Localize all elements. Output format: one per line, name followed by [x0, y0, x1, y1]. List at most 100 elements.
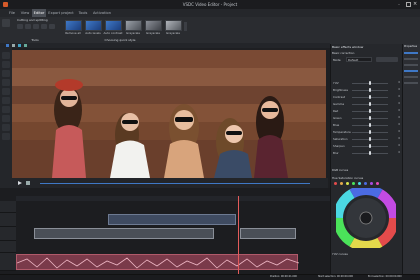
properties-row[interactable]	[404, 52, 418, 54]
playhead[interactable]	[238, 196, 239, 280]
slider-value[interactable]: 0	[390, 95, 400, 99]
slider-knob[interactable]	[369, 81, 371, 85]
video-clip[interactable]	[34, 228, 214, 239]
slider-knob[interactable]	[369, 137, 371, 141]
tab-view[interactable]: View	[19, 9, 31, 17]
slider-knob[interactable]	[369, 102, 371, 106]
swatch-magenta[interactable]	[376, 182, 379, 185]
fx-tool-icon[interactable]	[2, 133, 10, 140]
slider-value[interactable]: 0	[390, 102, 400, 106]
slider-value[interactable]: 0	[390, 137, 400, 141]
sprite-tool-icon[interactable]	[2, 106, 10, 113]
slider-knob[interactable]	[369, 130, 371, 134]
properties-row[interactable]	[404, 76, 418, 78]
swatch-red[interactable]	[334, 182, 337, 185]
maximize-icon[interactable]	[406, 2, 411, 7]
swatch-orange[interactable]	[340, 182, 343, 185]
yuv-slider[interactable]	[352, 81, 388, 85]
properties-row[interactable]	[404, 58, 418, 60]
reset-button[interactable]	[376, 57, 398, 62]
slider-knob[interactable]	[369, 151, 371, 155]
mosaic-tool-icon[interactable]	[2, 124, 10, 131]
effect-remove-all[interactable]	[65, 20, 82, 31]
crop-icon[interactable]	[33, 24, 39, 29]
tab-tools[interactable]: Tools	[76, 9, 90, 17]
track-header[interactable]	[0, 241, 16, 253]
swatch-yellow[interactable]	[346, 182, 349, 185]
slider-value[interactable]: 0	[390, 123, 400, 127]
slider-value[interactable]: 0	[390, 144, 400, 148]
section-rgb-curves[interactable]: RGB curves	[332, 168, 372, 172]
track-header[interactable]	[0, 253, 16, 271]
slider-value[interactable]: 0	[390, 109, 400, 113]
effect-auto-contrast[interactable]	[105, 20, 122, 31]
snapshot-icon[interactable]	[18, 44, 21, 47]
stop-icon[interactable]	[12, 44, 15, 47]
slider-knob[interactable]	[369, 116, 371, 120]
blur-slider[interactable]	[352, 151, 388, 155]
cut-icon[interactable]	[17, 24, 23, 29]
red-slider[interactable]	[352, 109, 388, 113]
audio-clip[interactable]	[16, 254, 299, 270]
mask-tool-icon[interactable]	[2, 115, 10, 122]
slider-value[interactable]: 0	[390, 130, 400, 134]
temperature-slider[interactable]	[352, 130, 388, 134]
effect-grayscale-2[interactable]	[145, 20, 162, 31]
blue-slider[interactable]	[352, 123, 388, 127]
video-preview[interactable]	[12, 50, 326, 178]
green-slider[interactable]	[352, 116, 388, 120]
cursor-tool-icon[interactable]	[2, 19, 10, 27]
more-effects-icon[interactable]	[184, 22, 187, 31]
slider-value[interactable]: 0	[390, 81, 400, 85]
seek-slider[interactable]	[40, 183, 310, 184]
minimize-icon[interactable]: –	[398, 2, 403, 7]
slider-knob[interactable]	[369, 109, 371, 113]
marker-icon[interactable]	[24, 44, 27, 47]
slider-knob[interactable]	[369, 144, 371, 148]
slider-value[interactable]: 0	[390, 88, 400, 92]
track-header[interactable]	[0, 227, 16, 241]
brightness-slider[interactable]	[352, 88, 388, 92]
split-icon[interactable]	[25, 24, 31, 29]
play-icon[interactable]	[6, 44, 9, 47]
swatch-purple[interactable]	[370, 182, 373, 185]
swatch-green[interactable]	[352, 182, 355, 185]
properties-row[interactable]	[404, 64, 418, 66]
slider-knob[interactable]	[369, 95, 371, 99]
video-clip[interactable]	[108, 214, 236, 225]
timeline-ruler[interactable]	[16, 196, 330, 201]
tab-file[interactable]: File	[6, 9, 18, 17]
properties-row[interactable]	[404, 82, 418, 84]
video-clip[interactable]	[240, 228, 296, 239]
tab-editor[interactable]: Editor	[32, 9, 46, 17]
slider-knob[interactable]	[369, 123, 371, 127]
section-basic-correction[interactable]: Basic correction	[332, 51, 372, 55]
video-tool-icon[interactable]	[2, 79, 10, 86]
effect-grayscale-1[interactable]	[125, 20, 142, 31]
saturation-slider[interactable]	[352, 137, 388, 141]
color-wheel[interactable]	[336, 188, 396, 248]
gamma-slider[interactable]	[352, 102, 388, 106]
text-tool-icon[interactable]	[2, 52, 10, 59]
tab-activation[interactable]: Activation	[92, 9, 112, 17]
image-tool-icon[interactable]	[2, 70, 10, 77]
chart-tool-icon[interactable]	[2, 97, 10, 104]
track-header[interactable]	[0, 201, 16, 213]
swatch-cyan[interactable]	[358, 182, 361, 185]
sharpen-slider[interactable]	[352, 144, 388, 148]
effect-auto-levels[interactable]	[85, 20, 102, 31]
slider-value[interactable]: 0	[390, 116, 400, 120]
close-icon[interactable]: ×	[413, 1, 419, 7]
trim-icon[interactable]	[49, 24, 55, 29]
properties-row[interactable]	[404, 70, 418, 72]
section-yuv-curves[interactable]: YUV curves	[332, 252, 372, 256]
swatch-blue[interactable]	[364, 182, 367, 185]
section-hue-saturation[interactable]: Hue Saturation curves	[332, 176, 392, 180]
track-header[interactable]	[0, 213, 16, 227]
slider-knob[interactable]	[369, 88, 371, 92]
contrast-slider[interactable]	[352, 95, 388, 99]
preset-select[interactable]: Default	[346, 57, 372, 62]
tab-export-project[interactable]: Export project	[48, 9, 74, 17]
shape-tool-icon[interactable]	[2, 61, 10, 68]
slider-value[interactable]: 0	[390, 151, 400, 155]
